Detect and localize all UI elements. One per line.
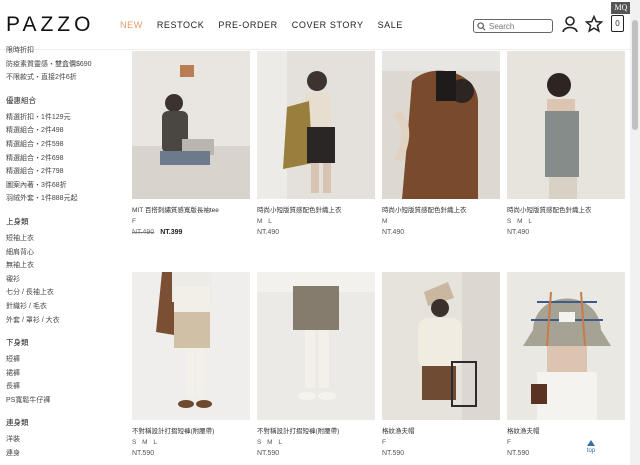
back-to-top-label: top	[586, 448, 596, 454]
product-card[interactable]: 格紋漁夫帽 F NT.590	[382, 272, 500, 457]
product-card[interactable]: 不對稱設計打摺短褲(附腰帶) S M L NT.590	[257, 272, 375, 457]
sidebar-group-title: 下身類	[6, 338, 29, 348]
sidebar-item[interactable]: 圖案內著・3件68折	[6, 179, 116, 193]
product-price: NT.490	[382, 229, 405, 236]
product-sizes: F	[382, 439, 388, 446]
cart-icon[interactable]: 0	[611, 15, 624, 32]
nav-pre-order[interactable]: PRE-ORDER	[218, 20, 277, 30]
product-photo[interactable]	[132, 51, 250, 199]
product-photo[interactable]	[257, 51, 375, 199]
sidebar-item[interactable]: 精選組合・2件498	[6, 124, 116, 138]
product-name[interactable]: 格紋漁夫帽	[382, 425, 500, 435]
account-icon[interactable]	[561, 15, 579, 33]
nav-sale[interactable]: SALE	[378, 20, 403, 30]
sidebar-item[interactable]: 針織衫 / 毛衣	[6, 300, 116, 314]
sidebar-item[interactable]: PS寬鬆牛仔褲	[6, 394, 116, 408]
sidebar-item[interactable]: 無袖上衣	[6, 259, 116, 273]
sidebar-item[interactable]: 洋裝	[6, 433, 116, 447]
sidebar-item[interactable]: 長褲	[6, 380, 116, 394]
sidebar-group-tops: 上身類 短袖上衣 細肩背心 無袖上衣 襯衫 七分 / 長袖上衣 針織衫 / 毛衣…	[6, 216, 116, 327]
sidebar-item[interactable]: 外套 / 罩衫 / 大衣	[6, 314, 116, 328]
nav-new[interactable]: NEW	[120, 20, 143, 30]
sale-price: NT.399	[160, 229, 183, 236]
scrollbar-thumb[interactable]	[632, 20, 638, 130]
sidebar-group-title: 上身類	[6, 216, 29, 226]
sidebar-item[interactable]: 精選組合・2件598	[6, 138, 116, 152]
search-box[interactable]	[473, 19, 553, 33]
product-card[interactable]: 格紋漁夫帽 F NT.590	[507, 272, 625, 457]
logo[interactable]: PAZZO	[6, 13, 94, 37]
product-photo[interactable]	[507, 51, 625, 199]
product-name[interactable]: 格紋漁夫帽	[507, 425, 625, 435]
sidebar-group-bottoms: 下身類 短褲 裙褲 長褲 PS寬鬆牛仔褲	[6, 337, 116, 407]
sidebar-item[interactable]: 連身	[6, 447, 116, 461]
product-name[interactable]: 不對稱設計打摺短褲(附腰帶)	[132, 425, 250, 435]
nav-restock[interactable]: RESTOCK	[157, 20, 205, 30]
sidebar-group-title: 連身類	[6, 418, 29, 428]
product-sizes: S M L	[132, 439, 159, 446]
product-name[interactable]: 時尚小短版質感配色針織上衣	[507, 204, 625, 214]
search-input[interactable]	[489, 21, 549, 31]
product-photo[interactable]	[257, 272, 375, 420]
category-sidebar: 限時折扣 防疫素質靈感・雙盒價$690 不限款式・直接2件6折 優惠組合 精選折…	[6, 44, 116, 465]
sidebar-item[interactable]: 細肩背心	[6, 246, 116, 260]
sidebar-group-onepiece: 連身類 洋裝 連身	[6, 417, 116, 460]
wishlist-star-icon[interactable]	[585, 15, 603, 33]
product-sizes: M L	[257, 218, 274, 225]
nav-cover-story[interactable]: COVER STORY	[292, 20, 364, 30]
site-header: PAZZO NEW RESTOCK PRE-ORDER COVER STORY …	[0, 0, 631, 50]
product-card[interactable]: 不對稱設計打摺短褲(附腰帶) S M L NT.590	[132, 272, 250, 457]
product-photo[interactable]	[382, 51, 500, 199]
original-price: NT.490	[132, 229, 155, 236]
product-photo[interactable]	[507, 272, 625, 420]
product-sizes: S M L	[257, 439, 284, 446]
mq-badge[interactable]: MQ	[611, 2, 631, 14]
product-name[interactable]: MIT 百搭刺繡質感寬版長袖tee	[132, 204, 250, 214]
product-price: NT.590	[257, 450, 280, 457]
sidebar-group-deals: 優惠組合 精選折扣・1件129元 精選組合・2件498 精選組合・2件598 精…	[6, 95, 116, 206]
product-sizes: F	[132, 218, 138, 225]
product-price: NT.590	[132, 450, 155, 457]
sidebar-item[interactable]: 不限款式・直接2件6折	[6, 71, 116, 85]
product-sizes: S M L	[507, 218, 534, 225]
sidebar-item[interactable]: 防疫素質靈感・雙盒價$690	[6, 58, 116, 72]
product-name[interactable]: 時尚小短版質感配色針織上衣	[382, 204, 500, 214]
sidebar-item[interactable]: 短袖上衣	[6, 232, 116, 246]
sidebar-item[interactable]: 限時折扣	[6, 44, 116, 58]
product-price: NT.590	[507, 450, 530, 457]
search-icon	[477, 21, 486, 30]
sidebar-item[interactable]: 短褲	[6, 353, 116, 367]
product-price: NT.490	[257, 229, 280, 236]
product-photo[interactable]	[382, 272, 500, 420]
product-price: NT.490	[507, 229, 530, 236]
product-sizes: F	[507, 439, 513, 446]
product-name[interactable]: 不對稱設計打摺短褲(附腰帶)	[257, 425, 375, 435]
sidebar-item[interactable]: 精選組合・2件698	[6, 152, 116, 166]
sidebar-item[interactable]: 裙褲	[6, 367, 116, 381]
main-nav: NEW RESTOCK PRE-ORDER COVER STORY SALE	[120, 20, 403, 30]
product-name[interactable]: 時尚小短版質感配色針織上衣	[257, 204, 375, 214]
product-photo[interactable]	[132, 272, 250, 420]
back-to-top-button[interactable]: top	[583, 440, 599, 454]
product-card[interactable]: MIT 百搭刺繡質感寬版長袖tee F NT.490 NT.399	[132, 51, 250, 236]
product-price: NT.590	[382, 450, 405, 457]
sidebar-item[interactable]: 七分 / 長袖上衣	[6, 286, 116, 300]
sidebar-item[interactable]: 羽絨外套・1件888元起	[6, 192, 116, 206]
sidebar-item[interactable]: 精選折扣・1件129元	[6, 111, 116, 125]
product-price: NT.490 NT.399	[132, 229, 250, 236]
product-card[interactable]: 時尚小短版質感配色針織上衣 M L NT.490	[257, 51, 375, 236]
sidebar-item[interactable]: 精選組合・2件798	[6, 165, 116, 179]
arrow-up-icon	[587, 440, 595, 446]
product-sizes: M	[382, 218, 390, 225]
sidebar-group-title: 優惠組合	[6, 95, 36, 105]
promo-top-group: 限時折扣 防疫素質靈感・雙盒價$690 不限款式・直接2件6折	[6, 44, 116, 85]
sidebar-item[interactable]: 襯衫	[6, 273, 116, 287]
product-card[interactable]: 時尚小短版質感配色針織上衣 M NT.490	[382, 51, 500, 236]
product-card[interactable]: 時尚小短版質感配色針織上衣 S M L NT.490	[507, 51, 625, 236]
